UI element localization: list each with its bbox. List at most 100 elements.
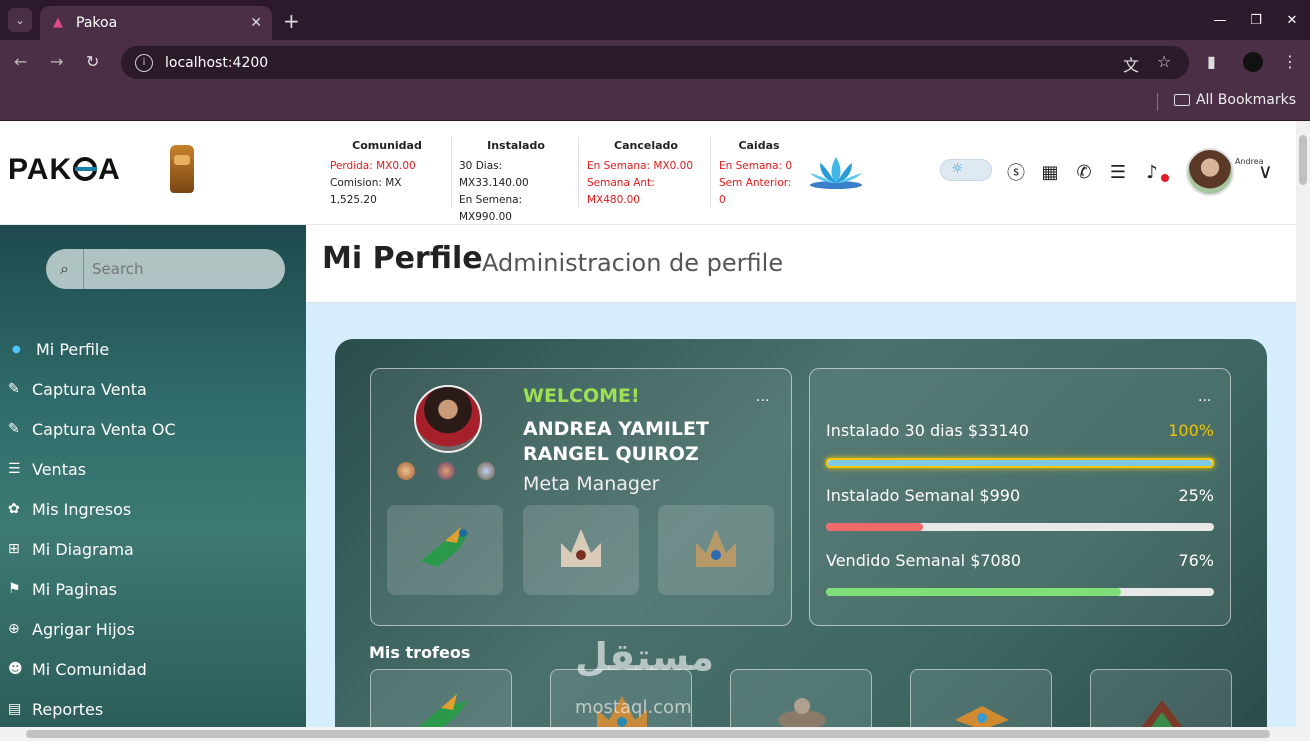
translate-icon[interactable]: 文	[1123, 52, 1139, 76]
sidebar-item-mis-ingresos[interactable]: ✿ Mis Ingresos	[0, 489, 306, 529]
sidebar-menu: ● Mi Perfile ✎ Captura Venta ✎ Captura Vent…	[0, 329, 306, 727]
search-input[interactable]	[84, 260, 264, 278]
profile-photo	[414, 385, 482, 453]
stat-line: Sem Anterior: 0	[719, 177, 792, 206]
currency-icon[interactable]: ⓢ	[1005, 161, 1027, 184]
folder-icon	[1173, 94, 1190, 106]
sidebar-item-label: Mi Comunidad	[32, 659, 147, 679]
achievement-tile[interactable]	[523, 505, 639, 595]
achievement-tile[interactable]	[387, 505, 503, 595]
all-bookmarks-button[interactable]: All Bookmarks	[1173, 92, 1296, 108]
stat-divider	[710, 137, 711, 207]
sidebar: ⌕ ● Mi Perfile ✎ Captura Venta ✎ Captura Ve…	[0, 225, 306, 727]
stat-line: En Semana: 0	[719, 160, 793, 172]
stat-line: Perdida: MX0.00	[330, 160, 416, 172]
stat-divider	[451, 137, 452, 207]
vertical-scrollbar[interactable]	[1296, 121, 1310, 727]
progress-fill	[826, 523, 923, 531]
watermark-latin: mostaql.com	[575, 697, 692, 718]
reload-icon[interactable]: ↻	[86, 52, 99, 71]
calendar-icon[interactable]: ▦	[1039, 161, 1061, 183]
sidebar-item-ventas[interactable]: ☰ Ventas	[0, 449, 306, 489]
bell-icon[interactable]: ♪	[1141, 161, 1163, 183]
progress-card: ... Instalado 30 dias $33140 100% Instal…	[809, 368, 1231, 626]
side-panel-icon[interactable]: ▮	[1207, 52, 1216, 71]
bookmark-star-icon[interactable]: ☆	[1157, 52, 1171, 71]
sidebar-item-label: Mis Ingresos	[32, 499, 132, 519]
profile-card: WELCOME! ANDREA YAMILET RANGEL QUIROZ Me…	[370, 368, 792, 626]
whatsapp-icon[interactable]: ✆	[1073, 161, 1095, 183]
progress-bar	[826, 523, 1214, 531]
sidebar-item-captura-venta-oc[interactable]: ✎ Captura Venta OC	[0, 409, 306, 449]
close-tab-icon[interactable]: ✕	[250, 15, 262, 31]
close-window-icon[interactable]: ✕	[1274, 0, 1310, 40]
page-subtitle: Administracion de perfile	[482, 249, 784, 277]
badge-icon	[477, 462, 495, 480]
profile-panel: WELCOME! ANDREA YAMILET RANGEL QUIROZ Me…	[335, 339, 1267, 727]
trophy-card[interactable]	[1090, 669, 1232, 727]
sidebar-item-mi-comunidad[interactable]: ☻ Mi Comunidad	[0, 649, 306, 689]
back-icon[interactable]: ←	[14, 52, 27, 71]
browser-menu-icon[interactable]: ⋮	[1282, 52, 1298, 71]
stat-title: Cancelado	[614, 139, 678, 152]
progress-label-row: Instalado 30 dias $33140 100%	[826, 421, 1214, 440]
stat-line: 30 Dias: MX33.140.00	[459, 160, 529, 189]
profile-extension-icon[interactable]	[1243, 52, 1263, 72]
user-icon: ●	[12, 343, 21, 355]
badge-icon	[437, 462, 455, 480]
crown-trophy-icon	[561, 529, 601, 567]
user-role: Meta Manager	[523, 473, 660, 495]
trophy-card[interactable]	[910, 669, 1052, 727]
tab-list-button[interactable]: ⌄	[8, 8, 32, 32]
profile-menu-icon[interactable]: ...	[756, 389, 769, 405]
sidebar-item-mi-diagrama[interactable]: ⊞ Mi Diagrama	[0, 529, 306, 569]
bookmarks-bar: All Bookmarks	[0, 85, 1310, 121]
sidebar-item-reportes[interactable]: ▤ Reportes	[0, 689, 306, 727]
edit-icon: ✎	[8, 421, 20, 437]
notification-badge	[1161, 174, 1169, 182]
sidebar-item-label: Mi Perfile	[36, 339, 110, 359]
sidebar-item-agrigar-hijos[interactable]: ⊕ Agrigar Hijos	[0, 609, 306, 649]
progress-percent: 25%	[1178, 486, 1214, 505]
site-info-icon[interactable]: i	[135, 53, 153, 72]
trophy-card[interactable]	[370, 669, 512, 727]
sidebar-item-mi-perfile[interactable]: ● Mi Perfile	[0, 329, 306, 369]
horizontal-scrollbar[interactable]	[0, 727, 1310, 741]
sidebar-item-captura-venta[interactable]: ✎ Captura Venta	[0, 369, 306, 409]
bookmarks-separator	[1157, 93, 1158, 111]
angular-favicon-icon: ▲	[53, 15, 63, 30]
stat-line: Comision: MX 1,525.20	[330, 177, 402, 206]
trophy-card[interactable]	[730, 669, 872, 727]
progress-menu-icon[interactable]: ...	[1198, 389, 1211, 405]
bird-trophy-icon	[418, 694, 469, 727]
scroll-thumb[interactable]	[26, 730, 1270, 738]
new-tab-button[interactable]: +	[283, 9, 300, 33]
app-header: PAK A Comunidad Perdida: MX0.00 Comision:…	[0, 121, 1296, 225]
main-content: Mi Perfile Administracion de perfile WEL…	[306, 225, 1296, 727]
progress-bar	[826, 588, 1214, 596]
achievement-tile[interactable]	[658, 505, 774, 595]
maximize-icon[interactable]: ❐	[1238, 0, 1274, 40]
forward-icon[interactable]: →	[50, 52, 63, 71]
search-icon: ⌕	[46, 249, 84, 289]
crown-trophy-icon	[696, 529, 736, 567]
scroll-thumb[interactable]	[1299, 135, 1307, 185]
progress-percent: 76%	[1178, 551, 1214, 570]
users-icon: ☻	[8, 661, 23, 677]
minimize-icon[interactable]: —	[1202, 0, 1238, 40]
gem-trophy-icon	[955, 706, 1009, 727]
stat-line: Semana Ant: MX480.00	[587, 177, 655, 206]
chevron-down-icon[interactable]: ∨	[1258, 159, 1273, 183]
search-box: ⌕	[46, 249, 285, 289]
user-full-name: ANDREA YAMILET RANGEL QUIROZ	[523, 418, 709, 465]
progress-label: Instalado 30 dias $33140	[826, 421, 1029, 440]
all-bookmarks-label: All Bookmarks	[1195, 92, 1296, 108]
address-bar[interactable]: i localhost:4200 文 ☆	[121, 46, 1189, 79]
chat-icon[interactable]: ☰	[1107, 161, 1129, 183]
pakoa-logo[interactable]: PAK A	[8, 153, 121, 187]
browser-tab[interactable]: ▲ Pakoa ✕	[40, 6, 272, 40]
theme-toggle[interactable]: ☼	[940, 159, 992, 181]
sidebar-item-mi-paginas[interactable]: ⚑ Mi Paginas	[0, 569, 306, 609]
avatar[interactable]	[1186, 148, 1234, 196]
tiki-idol-image	[170, 145, 194, 193]
